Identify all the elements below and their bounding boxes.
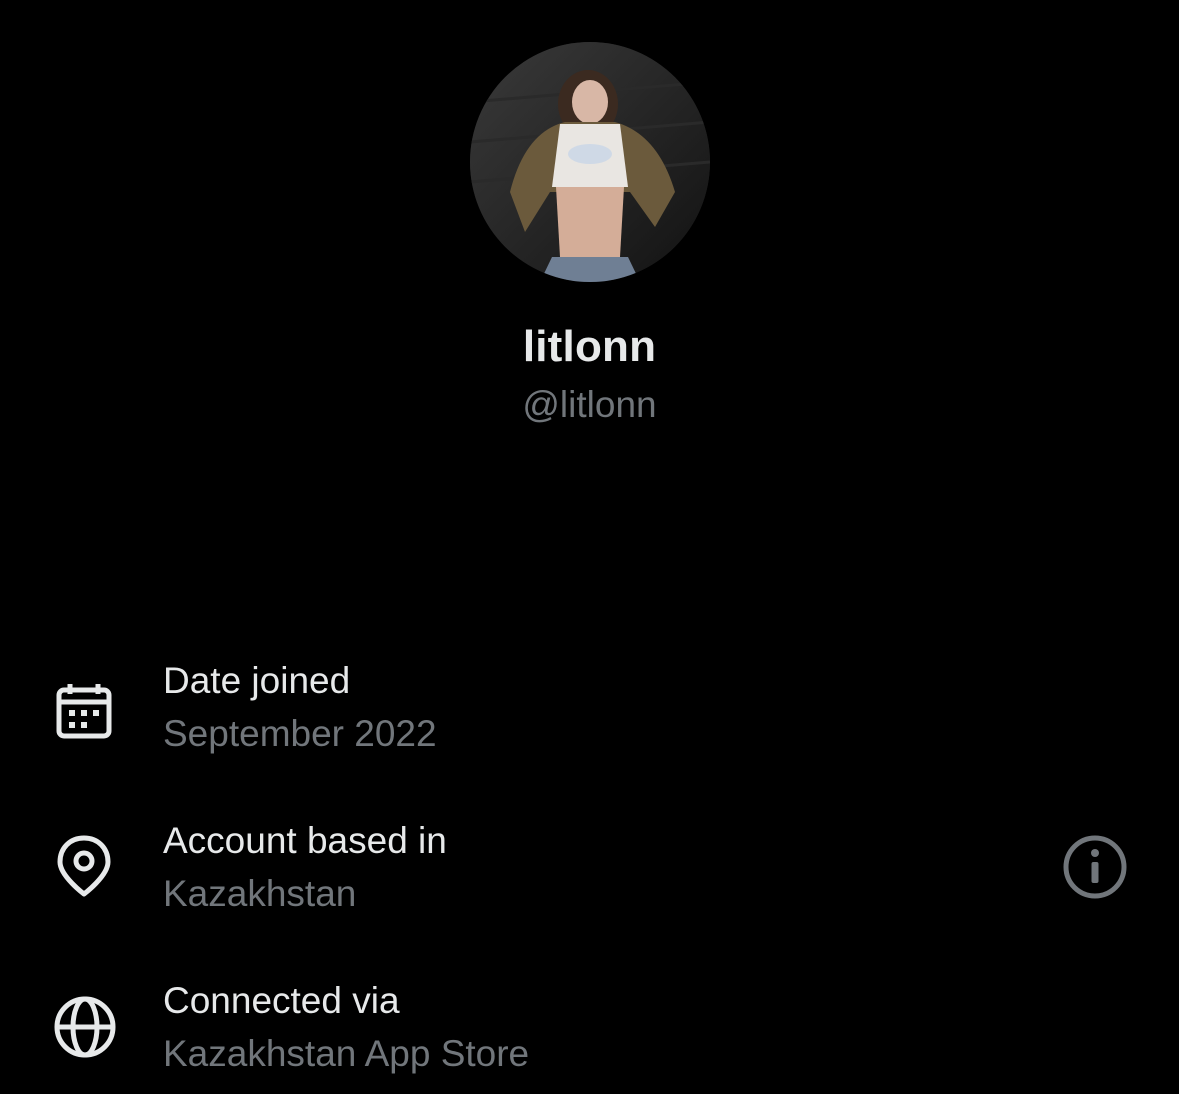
info-icon[interactable] xyxy=(1062,834,1128,900)
location-pin-icon xyxy=(57,835,111,897)
account-based-in-value: Kazakhstan xyxy=(163,873,357,914)
display-name: litlonn xyxy=(522,322,657,371)
profile-header: litlonn @litlonn xyxy=(0,0,1179,480)
account-based-in-row: Account based in Kazakhstan xyxy=(0,800,1179,930)
date-joined-row: Date joined September 2022 xyxy=(0,640,1179,770)
date-joined-value: September 2022 xyxy=(163,713,437,754)
avatar[interactable] xyxy=(470,42,710,282)
globe-icon xyxy=(54,996,116,1058)
calendar-icon xyxy=(56,684,112,739)
connected-via-row: Connected via Kazakhstan App Store xyxy=(0,960,1179,1090)
avatar-photo xyxy=(470,42,710,282)
username-handle: @litlonn xyxy=(522,384,657,425)
connected-via-label: Connected via xyxy=(163,980,400,1021)
account-based-in-label: Account based in xyxy=(163,820,447,861)
connected-via-value: Kazakhstan App Store xyxy=(163,1033,530,1074)
date-joined-label: Date joined xyxy=(163,660,351,701)
